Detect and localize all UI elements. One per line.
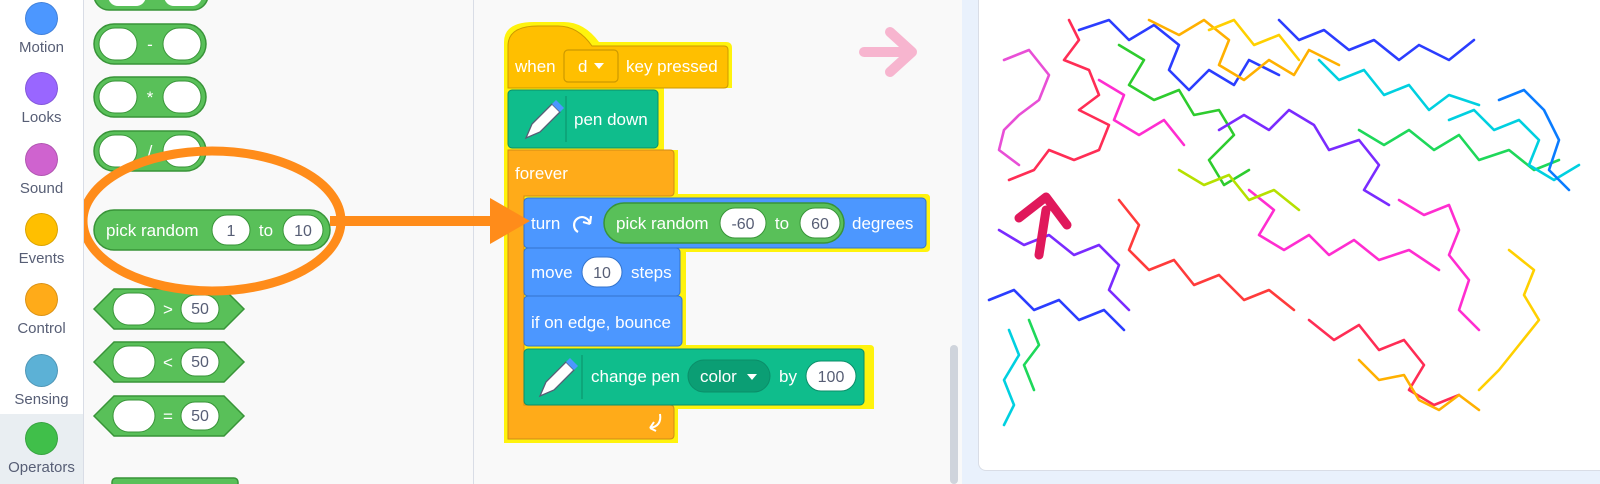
category-control[interactable]: Control <box>0 283 83 353</box>
events-dot-icon <box>25 213 58 246</box>
next-block-partial[interactable] <box>111 477 239 484</box>
pen-param-value: color <box>700 367 737 386</box>
category-events[interactable]: Events <box>0 213 83 283</box>
operator-symbol: * <box>147 88 154 107</box>
category-sidebar: Motion Looks Sound Events Control Sensin… <box>0 0 84 484</box>
compare-value: 50 <box>191 301 209 318</box>
change-pen-block[interactable]: change pen color by 100 <box>523 348 865 406</box>
operators-dot-icon <box>25 422 58 455</box>
category-label: Sound <box>19 180 64 197</box>
steps-label: steps <box>631 263 672 282</box>
control-dot-icon <box>25 283 58 316</box>
bounce-label: if on edge, bounce <box>531 313 671 332</box>
category-label: Events <box>18 250 65 267</box>
category-label: Control <box>17 320 66 337</box>
sprite-arrow-icon <box>1014 192 1072 260</box>
pen-down-block[interactable]: pen down <box>507 89 659 149</box>
stage-canvas[interactable] <box>978 0 1600 471</box>
orange-arrow-annotation <box>330 198 530 244</box>
to-label: to <box>259 221 273 240</box>
sensing-dot-icon <box>25 354 58 387</box>
category-looks[interactable]: Looks <box>0 72 83 142</box>
turn-from-value: -60 <box>731 216 754 233</box>
change-pen-label: change pen <box>591 367 680 386</box>
sound-dot-icon <box>25 143 58 176</box>
forever-label: forever <box>515 164 568 183</box>
multiply-block[interactable]: * <box>93 76 207 118</box>
operator-symbol: > <box>163 300 173 319</box>
category-label: Motion <box>18 39 65 56</box>
script-blocks: when d key pressed pen down forever turn… <box>504 22 930 443</box>
category-label: Operators <box>8 459 75 476</box>
by-label: by <box>779 367 797 386</box>
pen-down-label: pen down <box>574 110 648 129</box>
looks-dot-icon <box>25 72 58 105</box>
category-label: Looks <box>21 109 62 126</box>
to-label: to <box>775 214 789 233</box>
move-steps-value: 10 <box>593 265 611 282</box>
turn-block[interactable]: turn pick random -60 to 60 degrees <box>523 197 927 249</box>
pink-arrow-annotation <box>859 27 917 77</box>
less-than-block[interactable]: < 50 <box>92 341 246 383</box>
motion-dot-icon <box>25 2 58 35</box>
operator-symbol: - <box>147 35 153 54</box>
turn-to-value: 60 <box>811 216 829 233</box>
when-label: when <box>514 57 556 76</box>
compare-value: 50 <box>191 408 209 425</box>
category-operators[interactable]: Operators <box>0 414 83 484</box>
pick-random-reporter[interactable]: pick random -60 to 60 <box>603 202 845 244</box>
change-value: 100 <box>818 369 845 386</box>
compare-value: 50 <box>191 354 209 371</box>
add-block-partial[interactable] <box>94 0 208 11</box>
operator-symbol: < <box>163 353 173 372</box>
move-label: move <box>531 263 573 282</box>
degrees-label: degrees <box>852 214 913 233</box>
operator-symbol: = <box>163 407 173 426</box>
subtract-block[interactable]: - <box>93 23 207 65</box>
key-dropdown[interactable] <box>563 49 619 83</box>
pick-random-block[interactable]: pick random 1 to 10 <box>93 209 331 251</box>
when-key-pressed-block[interactable]: when d key pressed <box>507 25 729 89</box>
bounce-block[interactable]: if on edge, bounce <box>523 295 683 347</box>
category-label: Sensing <box>14 391 69 408</box>
pick-random-label: pick random <box>106 221 199 240</box>
random-from-value: 1 <box>227 223 236 240</box>
category-motion[interactable]: Motion <box>0 2 83 72</box>
key-pressed-label: key pressed <box>626 57 718 76</box>
pick-random-label: pick random <box>616 214 709 233</box>
key-value: d <box>578 57 587 76</box>
equals-block[interactable]: = 50 <box>92 395 246 437</box>
pen-drawing <box>987 18 1581 427</box>
move-block[interactable]: move 10 steps <box>523 247 681 297</box>
category-sound[interactable]: Sound <box>0 143 83 213</box>
random-to-value: 10 <box>294 223 312 240</box>
